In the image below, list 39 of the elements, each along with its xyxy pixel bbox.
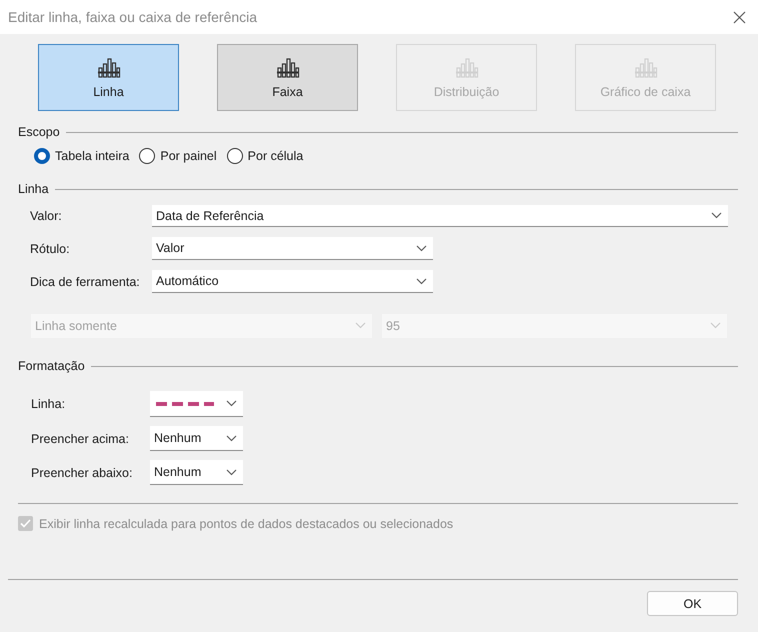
radio-option[interactable]: Por painel — [139, 148, 217, 164]
ok-button[interactable]: OK — [647, 591, 738, 616]
dropdown[interactable]: Valor — [152, 237, 433, 260]
chevron-icon — [416, 244, 427, 252]
chevron-icon — [226, 434, 237, 442]
chevron-icon — [710, 322, 721, 329]
field-label: Preencher acima: — [31, 432, 130, 446]
bar-chart-icon — [454, 56, 478, 78]
field-label: Preencher abaixo: — [31, 466, 134, 480]
chevron-icon — [355, 322, 366, 329]
section-heading: Escopo — [18, 125, 60, 139]
radio-button[interactable] — [139, 148, 156, 164]
dropdown[interactable]: Data de Referência — [152, 205, 728, 227]
field-label: Dica de ferramenta: — [30, 274, 141, 288]
window-title: Editar linha, faixa ou caixa de referência — [8, 9, 258, 25]
radio-option[interactable]: Tabela inteira — [34, 148, 130, 164]
checkbox-label: Exibir linha recalculada para pontos de dados destacados ou selecionados — [39, 516, 454, 530]
bar-chart-icon — [96, 56, 120, 78]
section-heading: Formatação — [18, 359, 85, 373]
section-heading: Linha — [18, 182, 49, 196]
chevron-icon — [711, 212, 722, 219]
bar-chart-icon — [634, 56, 658, 78]
dropdown[interactable]: Nenhum — [150, 426, 243, 451]
field-label: Rótulo: — [30, 242, 71, 256]
chevron-icon — [226, 468, 237, 476]
chart-type-button[interactable]: Linha — [38, 44, 179, 111]
bar-chart-icon — [276, 56, 300, 78]
radio-option[interactable]: Por célula — [226, 148, 304, 164]
chevron-icon — [226, 400, 237, 407]
radio-button[interactable] — [226, 148, 243, 164]
close-icon[interactable] — [733, 10, 746, 24]
dropdown[interactable]: Nenhum — [150, 460, 243, 485]
chevron-icon — [416, 278, 427, 284]
field-label: Linha: — [31, 397, 66, 411]
radio-button[interactable] — [34, 148, 50, 164]
dropdown[interactable]: Automático — [152, 270, 433, 293]
chart-type-button[interactable]: Faixa — [217, 44, 358, 111]
dropdown[interactable] — [150, 391, 243, 417]
field-label: Valor: — [30, 209, 63, 223]
